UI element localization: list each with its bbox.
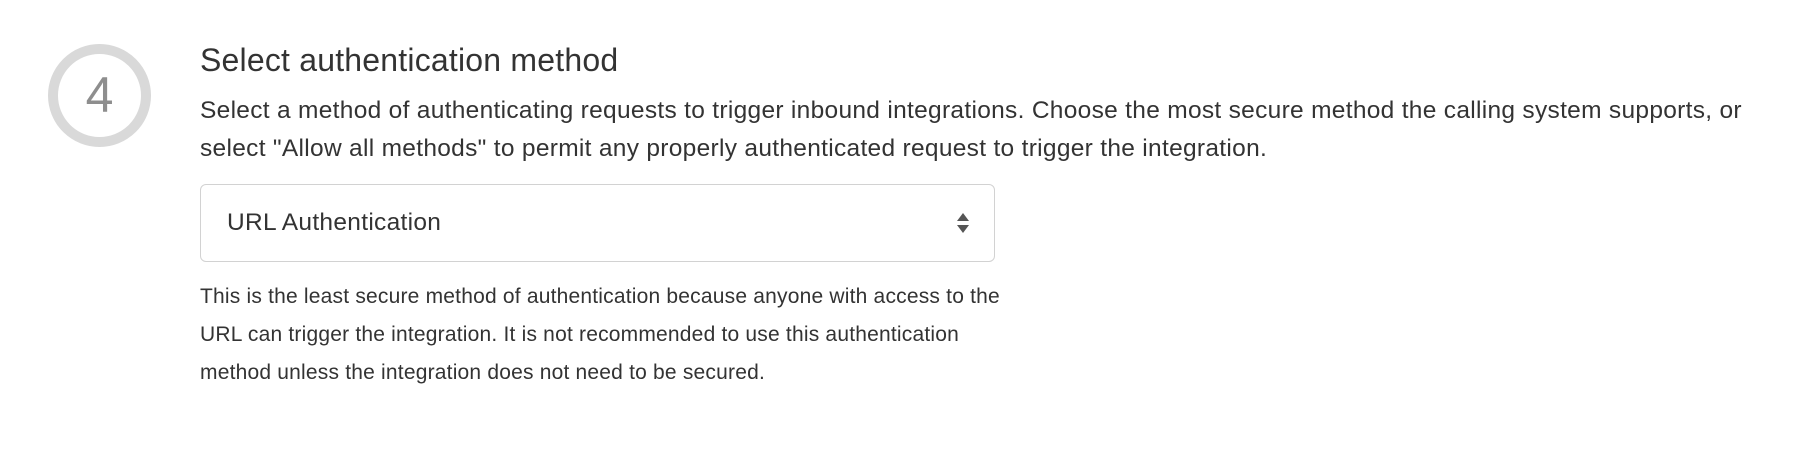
section-title: Select authentication method <box>200 42 619 78</box>
step-number: 4 <box>85 66 114 123</box>
auth-method-section: Select authentication method Select a me… <box>200 38 1800 392</box>
sort-arrows-icon <box>957 213 969 233</box>
select-selected-value: URL Authentication <box>227 209 442 236</box>
section-description: Select a method of authenticating reques… <box>200 97 1742 162</box>
auth-method-help-text: This is the least secure method of authe… <box>200 285 1000 384</box>
authentication-method-select[interactable]: URL Authentication <box>200 184 995 262</box>
step-number-badge: 4 <box>48 44 151 147</box>
